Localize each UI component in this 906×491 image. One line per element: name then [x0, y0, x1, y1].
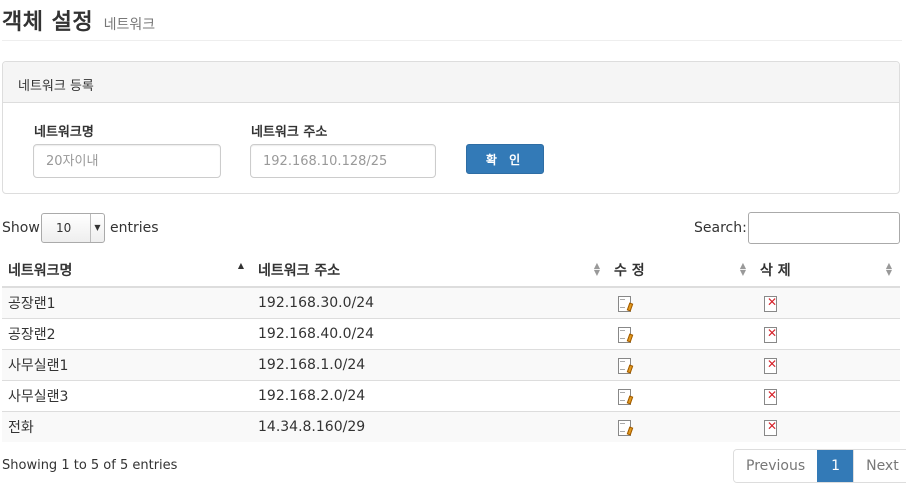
table-row: 공장랜1 192.168.30.0/24 ✕ [2, 286, 900, 318]
network-name-input[interactable] [33, 144, 221, 178]
edit-icon[interactable] [618, 358, 634, 374]
sort-both-icon: ▲ ▼ [593, 261, 600, 277]
network-register-panel: 네트워크 등록 네트워크명 네트워크 주소 확 인 [2, 61, 900, 194]
table-info: Showing 1 to 5 of 5 entries [2, 458, 178, 473]
search-label: Search: [694, 220, 747, 236]
sort-asc-icon: ▲ [237, 261, 244, 270]
sort-both-icon: ▲ ▼ [739, 261, 746, 277]
page-header: 객체 설정 네트워크 [2, 4, 902, 41]
confirm-button[interactable]: 확 인 [466, 144, 544, 174]
column-header-address[interactable]: 네트워크 주소 ▲ ▼ [252, 253, 608, 288]
page-title: 객체 설정 [2, 10, 94, 35]
delete-icon[interactable]: ✕ [764, 419, 777, 437]
network-table: 네트워크명 ▲ 네트워크 주소 ▲ ▼ 수 정 ▲ ▼ 삭 제 ▲ ▼ 공장랜1 19… [2, 253, 900, 442]
network-address-cell: 192.168.1.0/24 [252, 348, 608, 380]
network-name-cell: 공장랜1 [2, 286, 252, 318]
delete-icon[interactable]: ✕ [764, 357, 777, 374]
network-address-cell: 192.168.2.0/24 [252, 379, 608, 411]
edit-icon[interactable] [618, 389, 634, 405]
page-length-select[interactable]: 10 ▼ [41, 213, 105, 243]
previous-button[interactable]: Previous [734, 450, 818, 482]
edit-icon[interactable] [618, 420, 634, 437]
network-address-label: 네트워크 주소 [251, 125, 328, 140]
table-row: 사무실랜3 192.168.2.0/24 ✕ [2, 379, 900, 411]
page-subtitle: 네트워크 [103, 17, 156, 33]
network-name-cell: 공장랜2 [2, 317, 252, 349]
network-name-label: 네트워크명 [34, 125, 94, 140]
network-address-cell: 192.168.40.0/24 [252, 317, 608, 349]
column-header-edit[interactable]: 수 정 ▲ ▼ [608, 253, 754, 288]
entries-label: entries [110, 220, 159, 236]
panel-heading: 네트워크 등록 [3, 62, 899, 103]
edit-icon[interactable] [618, 296, 634, 313]
network-address-cell: 14.34.8.160/29 [252, 410, 608, 442]
pagination: Previous 1 Next [733, 449, 906, 483]
network-name-cell: 전화 [2, 410, 252, 442]
network-name-cell: 사무실랜1 [2, 348, 252, 380]
delete-icon[interactable]: ✕ [764, 326, 777, 343]
delete-icon[interactable]: ✕ [764, 295, 777, 313]
chevron-down-icon: ▼ [90, 214, 104, 242]
network-address-input[interactable] [250, 144, 436, 178]
table-row: 사무실랜1 192.168.1.0/24 ✕ [2, 348, 900, 380]
table-row: 전화 14.34.8.160/29 ✕ [2, 410, 900, 442]
table-row: 공장랜2 192.168.40.0/24 ✕ [2, 317, 900, 349]
next-button[interactable]: Next [853, 450, 906, 482]
column-header-name[interactable]: 네트워크명 ▲ [2, 253, 252, 288]
page-button-current[interactable]: 1 [817, 450, 854, 482]
sort-both-icon: ▲ ▼ [885, 261, 892, 277]
search-input[interactable] [748, 212, 900, 244]
network-name-cell: 사무실랜3 [2, 379, 252, 411]
edit-icon[interactable] [618, 327, 634, 343]
network-address-cell: 192.168.30.0/24 [252, 286, 608, 318]
show-label: Show [2, 220, 40, 236]
column-header-delete[interactable]: 삭 제 ▲ ▼ [754, 253, 900, 288]
page-length-value: 10 [56, 221, 72, 235]
delete-icon[interactable]: ✕ [764, 388, 777, 405]
